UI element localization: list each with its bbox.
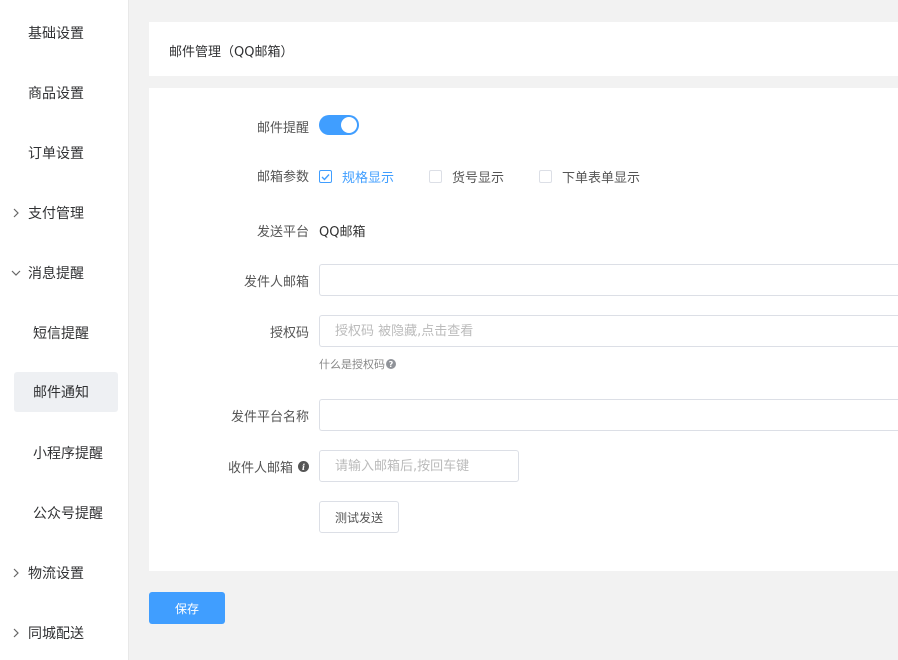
sidebar-item-label: 物流设置 xyxy=(28,566,84,582)
email-settings-form: 邮件提醒 邮箱参数 规格显示 货号显示 下单表单显示 发送平台 QQ邮箱 发件人… xyxy=(149,88,898,571)
auth-code-input[interactable] xyxy=(319,315,898,347)
sidebar-item-basic-settings[interactable]: 基础设置 xyxy=(0,13,128,53)
order-form-display-checkbox[interactable]: 下单表单显示 xyxy=(539,167,640,186)
check-icon xyxy=(319,170,332,183)
recipient-email-input[interactable] xyxy=(319,450,519,482)
platform-label: 发送平台 xyxy=(256,225,309,240)
info-icon[interactable]: i xyxy=(298,461,309,472)
sidebar-item-email-notify[interactable]: 邮件通知 xyxy=(14,372,118,412)
email-reminder-label: 邮件提醒 xyxy=(256,121,309,136)
chevron-down-icon xyxy=(10,267,22,279)
platform-name-label: 发件平台名称 xyxy=(230,410,309,425)
spec-display-checkbox[interactable]: 规格显示 xyxy=(319,167,394,186)
sidebar-item-label: 小程序提醒 xyxy=(33,446,103,462)
sidebar-item-label: 订单设置 xyxy=(28,146,84,162)
auth-code-label: 授权码 xyxy=(269,326,309,341)
chevron-right-icon xyxy=(10,207,22,219)
page-header: 邮件管理（QQ邮箱） xyxy=(149,22,898,76)
sidebar-item-label: 基础设置 xyxy=(28,26,84,42)
question-icon: ? xyxy=(386,359,396,369)
email-params-label: 邮箱参数 xyxy=(256,170,309,185)
sidebar-item-official-account[interactable]: 公众号提醒 xyxy=(0,493,128,533)
sidebar-item-label: 邮件通知 xyxy=(33,385,89,401)
checkbox-label: 下单表单显示 xyxy=(562,171,641,186)
checkbox-label: 规格显示 xyxy=(342,171,395,186)
sidebar-item-local-delivery[interactable]: 同城配送 xyxy=(0,613,128,653)
auth-code-help-text: 什么是授权码 xyxy=(319,358,385,371)
sidebar-item-label: 消息提醒 xyxy=(28,266,84,282)
sender-email-label: 发件人邮箱 xyxy=(243,275,309,290)
recipient-email-label-group: 收件人邮箱 i xyxy=(149,457,309,476)
sidebar-item-payment[interactable]: 支付管理 xyxy=(0,193,128,233)
save-button[interactable]: 保存 xyxy=(149,592,225,624)
chevron-right-icon xyxy=(10,627,22,639)
platform-name-input[interactable] xyxy=(319,399,898,431)
test-send-button[interactable]: 测试发送 xyxy=(319,501,399,533)
recipient-email-label: 收件人邮箱 xyxy=(227,461,293,476)
checkbox-box xyxy=(539,170,552,183)
checkbox-label: 货号显示 xyxy=(452,171,505,186)
sidebar-item-label: 短信提醒 xyxy=(33,326,89,342)
sidebar-item-label: 同城配送 xyxy=(28,626,84,642)
chevron-right-icon xyxy=(10,567,22,579)
sender-email-input[interactable] xyxy=(319,264,898,296)
sidebar-item-label: 公众号提醒 xyxy=(33,506,103,522)
checkbox-box xyxy=(429,170,442,183)
sidebar-item-miniprogram[interactable]: 小程序提醒 xyxy=(0,433,128,473)
sidebar-item-logistics[interactable]: 物流设置 xyxy=(0,553,128,593)
platform-value: QQ邮箱 xyxy=(319,225,366,240)
page-title: 邮件管理（QQ邮箱） xyxy=(169,45,294,60)
sidebar-item-message-reminder[interactable]: 消息提醒 xyxy=(0,253,128,293)
sku-display-checkbox[interactable]: 货号显示 xyxy=(429,167,504,186)
sidebar-item-order-settings[interactable]: 订单设置 xyxy=(0,133,128,173)
sidebar-item-sms[interactable]: 短信提醒 xyxy=(0,313,128,353)
sidebar-item-label: 商品设置 xyxy=(28,86,84,102)
sidebar: 基础设置 商品设置 订单设置 支付管理 消息提醒 短信提醒 邮件通知 小程序提醒… xyxy=(0,0,129,660)
email-reminder-toggle[interactable] xyxy=(319,115,359,135)
sidebar-item-label: 支付管理 xyxy=(28,206,84,222)
auth-code-help-link[interactable]: 什么是授权码 ? xyxy=(319,356,396,372)
toggle-knob xyxy=(341,117,357,133)
sidebar-item-product-settings[interactable]: 商品设置 xyxy=(0,73,128,113)
